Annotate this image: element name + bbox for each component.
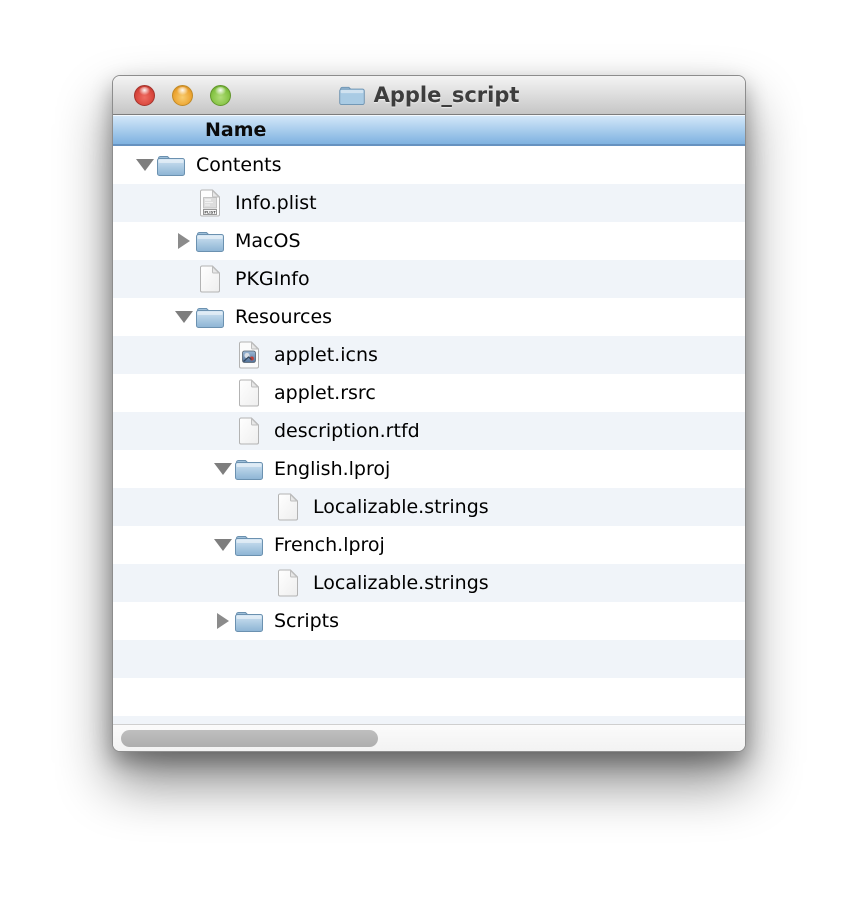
disclosure-triangle-icon	[172, 191, 196, 215]
scrollbar-thumb[interactable]	[121, 730, 378, 747]
file-tree: Contents PLIST Info.plist MacOS	[113, 146, 745, 724]
folder-icon	[235, 606, 263, 636]
file-icon	[235, 378, 263, 408]
finder-window: Apple_script Name Contents PLIST	[112, 75, 746, 752]
file-icon	[196, 264, 224, 294]
close-button[interactable]	[134, 85, 155, 106]
disclosure-triangle-icon[interactable]	[172, 305, 196, 329]
indent-spacer	[113, 203, 172, 204]
folder-icon	[196, 306, 224, 328]
zoom-button[interactable]	[210, 85, 231, 106]
tree-row[interactable]: PLIST Info.plist	[113, 184, 745, 222]
file-name-label: Resources	[235, 306, 332, 328]
disclosure-triangle-icon[interactable]	[211, 533, 235, 557]
indent-spacer	[113, 583, 250, 584]
indent-spacer	[113, 355, 211, 356]
title-bar[interactable]: Apple_script	[113, 76, 745, 115]
disclosure-triangle-icon	[250, 571, 274, 595]
disclosure-triangle-icon	[211, 419, 235, 443]
document-icon	[199, 265, 221, 293]
file-name-label: applet.rsrc	[274, 382, 376, 404]
indent-spacer	[113, 431, 211, 432]
tree-row[interactable]: applet.icns	[113, 336, 745, 374]
file-icon	[274, 568, 302, 598]
horizontal-scrollbar[interactable]	[113, 724, 745, 752]
plist-file-icon: PLIST	[196, 188, 224, 218]
folder-icon	[235, 458, 263, 480]
tree-row[interactable]: PKGInfo	[113, 260, 745, 298]
indent-spacer	[113, 241, 172, 242]
folder-icon	[339, 85, 365, 105]
folder-icon	[235, 454, 263, 484]
folder-icon	[235, 610, 263, 632]
tree-row[interactable]: Localizable.strings	[113, 564, 745, 602]
minimize-button[interactable]	[172, 85, 193, 106]
file-name-label: applet.icns	[274, 344, 378, 366]
file-name-label: PKGInfo	[235, 268, 310, 290]
disclosure-triangle-icon	[172, 267, 196, 291]
icns-file-icon	[235, 340, 263, 370]
disclosure-triangle-icon[interactable]	[211, 609, 235, 633]
file-name-label: English.lproj	[274, 458, 390, 480]
name-column-label: Name	[205, 119, 266, 141]
document-icon	[277, 569, 299, 597]
folder-icon	[157, 150, 185, 180]
document-icon	[277, 493, 299, 521]
folder-icon	[196, 302, 224, 332]
file-name-label: Info.plist	[235, 192, 317, 214]
file-icon	[274, 492, 302, 522]
folder-icon	[157, 154, 185, 176]
file-name-label: Localizable.strings	[313, 572, 489, 594]
svg-text:PLIST: PLIST	[204, 210, 216, 214]
folder-icon	[235, 530, 263, 560]
indent-spacer	[113, 317, 172, 318]
name-column-header[interactable]: Name	[113, 115, 745, 146]
icns-document-icon	[238, 341, 260, 369]
indent-spacer	[113, 507, 250, 508]
tree-row[interactable]: Localizable.strings	[113, 488, 745, 526]
folder-icon	[196, 230, 224, 252]
tree-row[interactable]: applet.rsrc	[113, 374, 745, 412]
disclosure-triangle-icon[interactable]	[133, 153, 157, 177]
tree-row[interactable]: MacOS	[113, 222, 745, 260]
file-name-label: description.rtfd	[274, 420, 420, 442]
disclosure-triangle-icon[interactable]	[211, 457, 235, 481]
tree-row[interactable]: Scripts	[113, 602, 745, 640]
document-icon	[238, 417, 260, 445]
tree-row[interactable]: English.lproj	[113, 450, 745, 488]
tree-row[interactable]: Resources	[113, 298, 745, 336]
indent-spacer	[113, 165, 133, 166]
indent-spacer	[113, 469, 211, 470]
window-title: Apple_script	[339, 83, 520, 107]
disclosure-triangle-icon	[211, 381, 235, 405]
folder-icon	[196, 226, 224, 256]
file-name-label: Contents	[196, 154, 281, 176]
indent-spacer	[113, 279, 172, 280]
disclosure-triangle-icon	[211, 343, 235, 367]
folder-icon	[235, 534, 263, 556]
file-name-label: Localizable.strings	[313, 496, 489, 518]
plist-document-icon: PLIST	[199, 189, 221, 217]
indent-spacer	[113, 621, 211, 622]
disclosure-triangle-icon	[250, 495, 274, 519]
file-icon	[235, 416, 263, 446]
document-icon	[238, 379, 260, 407]
disclosure-triangle-icon[interactable]	[172, 229, 196, 253]
file-name-label: French.lproj	[274, 534, 385, 556]
file-name-label: MacOS	[235, 230, 301, 252]
tree-row[interactable]: description.rtfd	[113, 412, 745, 450]
tree-row[interactable]: Contents	[113, 146, 745, 184]
indent-spacer	[113, 545, 211, 546]
tree-row[interactable]: French.lproj	[113, 526, 745, 564]
traffic-lights	[134, 76, 231, 114]
file-name-label: Scripts	[274, 610, 339, 632]
window-title-text: Apple_script	[374, 83, 520, 107]
indent-spacer	[113, 393, 211, 394]
